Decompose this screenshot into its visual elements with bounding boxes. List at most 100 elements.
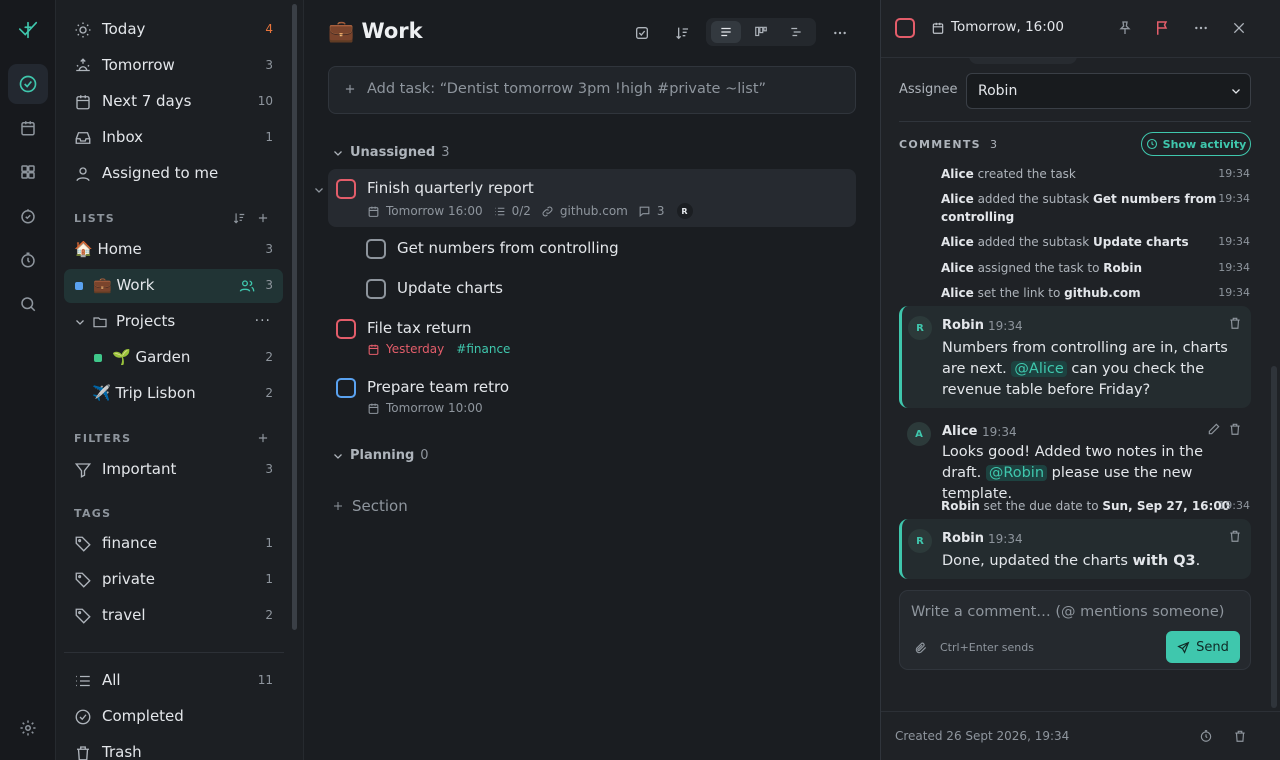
sidebar-item-count: 2 — [265, 608, 273, 622]
sidebar-item-projects[interactable]: Projects ··· — [64, 305, 283, 339]
sidebar-item-trash[interactable]: Trash — [64, 736, 283, 760]
task-row[interactable]: Finish quarterly report Tomorrow 16:00 0… — [328, 169, 856, 227]
divider — [899, 121, 1251, 122]
section-header-unassigned[interactable]: Unassigned 3 — [332, 145, 449, 160]
composer-hint: Ctrl+Enter sends — [940, 641, 1034, 654]
sidebar-item-all[interactable]: All 11 — [64, 664, 283, 698]
sidebar-item-label: 💼 Work — [93, 276, 155, 294]
task-comment-count: 3 — [656, 204, 665, 218]
check-circle-icon[interactable] — [8, 64, 48, 104]
sidebar-item-assigned[interactable]: Assigned to me — [64, 157, 283, 191]
activity-time: 19:34 — [1218, 235, 1250, 248]
sidebar-item-trip-lisbon[interactable]: ✈️ Trip Lisbon 2 — [64, 377, 283, 411]
sidebar-item-important[interactable]: Important 3 — [64, 453, 283, 487]
activity-time: 19:34 — [1218, 286, 1250, 299]
calendar-icon[interactable] — [8, 108, 48, 148]
sidebar-item-work[interactable]: 💼 Work 3 — [64, 269, 283, 303]
task-checkbox[interactable] — [336, 378, 356, 398]
trash-icon[interactable] — [1233, 729, 1247, 743]
edit-icon[interactable] — [1207, 422, 1221, 436]
sidebar-item-count: 2 — [265, 386, 273, 400]
sidebar-item-next-7-days[interactable]: Next 7 days 10 — [64, 85, 283, 119]
subtask-row[interactable]: Update charts — [328, 269, 856, 307]
select-mode-button[interactable] — [628, 20, 656, 46]
app-logo-icon[interactable] — [8, 10, 48, 50]
assignee-select[interactable]: Robin — [966, 73, 1251, 109]
task-row[interactable]: Prepare team retro Tomorrow 10:00 — [328, 368, 856, 424]
sidebar-item-today[interactable]: Today 4 — [64, 13, 283, 47]
sunrise-icon — [74, 57, 92, 75]
subtask-title: Update charts — [397, 279, 503, 297]
send-button[interactable]: Send — [1166, 631, 1240, 663]
grid-icon[interactable] — [8, 152, 48, 192]
settings-icon[interactable] — [8, 708, 48, 748]
subtask-row[interactable]: Get numbers from controlling — [328, 229, 856, 267]
assignee-avatar: R — [676, 203, 693, 219]
subtask-checkbox[interactable] — [366, 239, 386, 259]
nav-rail — [0, 0, 56, 760]
timer-icon[interactable] — [8, 240, 48, 280]
sidebar-item-label: private — [102, 570, 156, 588]
trash-icon — [74, 744, 92, 760]
priority-flag-icon[interactable] — [1154, 19, 1172, 37]
task-checkbox[interactable] — [336, 319, 356, 339]
sort-icon[interactable] — [232, 211, 246, 225]
avatar: A — [907, 422, 931, 446]
sidebar-item-inbox[interactable]: Inbox 1 — [64, 121, 283, 155]
add-filter-icon[interactable] — [256, 431, 270, 445]
list-view-button[interactable] — [711, 21, 741, 43]
comment-input-placeholder: Write a comment… (@ mentions someone) — [911, 604, 1225, 620]
send-icon — [1177, 641, 1190, 654]
sidebar-item-tag-finance[interactable]: finance 1 — [64, 527, 283, 561]
filter-icon — [74, 461, 92, 479]
more-options-icon[interactable] — [826, 20, 854, 46]
sidebar-item-completed[interactable]: Completed — [64, 700, 283, 734]
add-task-input[interactable]: Add task: “Dentist tomorrow 3pm !high #p… — [328, 66, 856, 114]
add-list-icon[interactable] — [256, 211, 270, 225]
lists-header: LISTS — [74, 212, 115, 225]
section-header-planning[interactable]: Planning 0 — [332, 448, 429, 463]
search-icon[interactable] — [8, 284, 48, 324]
pin-icon[interactable] — [1117, 20, 1133, 36]
close-icon[interactable] — [1231, 20, 1247, 36]
paperclip-icon[interactable] — [914, 641, 928, 655]
section-name: Planning — [350, 448, 415, 463]
sidebar-item-tag-travel[interactable]: travel 2 — [64, 599, 283, 633]
timeline-view-button[interactable] — [781, 21, 811, 43]
timer-icon[interactable] — [1199, 729, 1213, 743]
task-row[interactable]: File tax return Yesterday #finance — [328, 309, 856, 365]
sidebar-item-tag-private[interactable]: private 1 — [64, 563, 283, 597]
delete-icon[interactable] — [1228, 529, 1242, 543]
task-tag[interactable]: #finance — [456, 342, 510, 356]
due-date-button[interactable]: Tomorrow, 16:00 — [951, 19, 1064, 35]
sidebar-item-tomorrow[interactable]: Tomorrow 3 — [64, 49, 283, 83]
add-section-button[interactable]: Section — [332, 497, 408, 515]
activity-entry: Alice assigned the task to Robin — [941, 261, 1142, 275]
mention[interactable]: @Robin — [985, 465, 1048, 481]
task-checkbox[interactable] — [895, 18, 915, 38]
detail-scrollbar[interactable] — [1271, 366, 1277, 708]
more-icon[interactable]: ··· — [255, 313, 271, 329]
compass-icon[interactable] — [8, 196, 48, 236]
assignee-label: Assignee — [899, 82, 958, 97]
activity-entry: Alice added the subtask Get numbers from… — [941, 192, 1217, 224]
task-checkbox[interactable] — [336, 179, 356, 199]
delete-icon[interactable] — [1228, 422, 1242, 436]
mention[interactable]: @Alice — [1011, 361, 1067, 377]
task-link[interactable]: github.com — [560, 204, 628, 218]
add-task-placeholder: Add task: “Dentist tomorrow 3pm !high #p… — [367, 81, 767, 97]
show-activity-label: Show activity — [1162, 137, 1247, 151]
subtask-checkbox[interactable] — [366, 279, 386, 299]
sidebar-item-home[interactable]: 🏠 Home 3 — [64, 233, 283, 267]
sort-button[interactable] — [668, 20, 696, 46]
board-view-button[interactable] — [746, 21, 776, 43]
collapse-subtasks-icon[interactable] — [313, 184, 325, 196]
show-activity-button[interactable]: Show activity — [1141, 132, 1251, 156]
chevron-down-icon[interactable] — [74, 316, 86, 328]
sidebar-scrollbar[interactable] — [292, 4, 297, 630]
sidebar-item-garden[interactable]: 🌱 Garden 2 — [64, 341, 283, 375]
comments-header: COMMENTS 3 — [899, 138, 998, 151]
comment-composer[interactable]: Write a comment… (@ mentions someone) Ct… — [899, 590, 1251, 670]
more-options-icon[interactable] — [1193, 20, 1209, 36]
delete-icon[interactable] — [1228, 316, 1242, 330]
